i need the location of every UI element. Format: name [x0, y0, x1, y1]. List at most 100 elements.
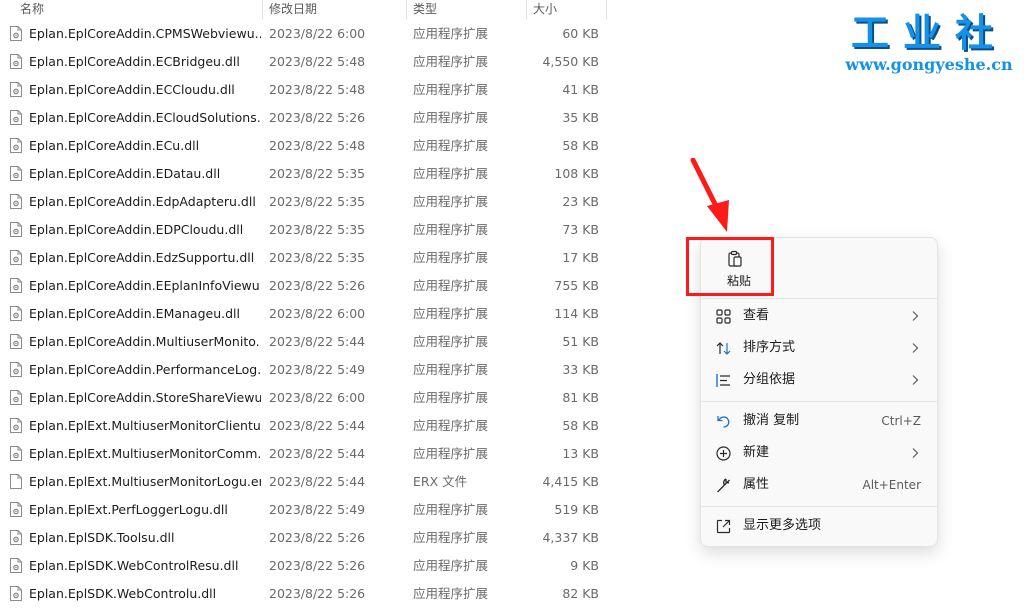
undo-icon [717, 416, 730, 428]
file-size: 58 KB [562, 138, 599, 153]
file-row[interactable]: Eplan.EplCoreAddin.ECloudSolutions.... 2… [0, 104, 610, 132]
file-size: 114 KB [554, 306, 599, 321]
file-date: 2023/8/22 6:00 [269, 306, 366, 321]
column-divider[interactable] [406, 0, 407, 20]
dll-file-icon [10, 26, 22, 41]
file-date: 2023/8/22 5:26 [269, 530, 366, 545]
dll-file-icon [10, 558, 22, 573]
file-type: 应用程序扩展 [413, 390, 489, 405]
column-header-date[interactable]: 修改日期 [269, 0, 317, 20]
file-date: 2023/8/22 5:26 [269, 278, 366, 293]
dll-file-icon [10, 502, 22, 517]
file-size: 82 KB [562, 586, 599, 601]
file-name: Eplan.EplSDK.WebControlu.dll [29, 586, 217, 601]
dll-file-icon [10, 166, 22, 181]
file-type: 应用程序扩展 [413, 334, 489, 349]
column-divider[interactable] [526, 0, 527, 20]
file-name: Eplan.EplExt.MultiuserMonitorComm.... [29, 446, 261, 461]
menu-item-group[interactable]: 分组依据 [705, 364, 933, 396]
file-date: 2023/8/22 5:48 [269, 138, 366, 153]
file-row[interactable]: Eplan.EplCoreAddin.StoreShareViewu.... 2… [0, 384, 610, 412]
file-row[interactable]: Eplan.EplCoreAddin.EdzSupportu.dll 2023/… [0, 244, 610, 272]
file-type: 应用程序扩展 [413, 222, 489, 237]
file-type: 应用程序扩展 [413, 166, 489, 181]
file-size: 51 KB [562, 334, 599, 349]
file-name: Eplan.EplCoreAddin.ECCloudu.dll [29, 82, 235, 97]
file-date: 2023/8/22 5:44 [269, 334, 366, 349]
dll-file-icon [10, 194, 22, 209]
file-row[interactable]: Eplan.EplSDK.WebControlu.dll 2023/8/22 5… [0, 580, 610, 608]
file-row[interactable]: Eplan.EplCoreAddin.EManageu.dll 2023/8/2… [0, 300, 610, 328]
column-header-type[interactable]: 类型 [413, 0, 437, 20]
file-row[interactable]: Eplan.EplCoreAddin.EDPCloudu.dll 2023/8/… [0, 216, 610, 244]
file-date: 2023/8/22 5:35 [269, 166, 366, 181]
file-name: Eplan.EplCoreAddin.ECBridgeu.dll [29, 54, 240, 69]
file-name: Eplan.EplCoreAddin.EDPCloudu.dll [29, 222, 244, 237]
dll-file-icon [10, 54, 22, 69]
file-name: Eplan.EplCoreAddin.ECu.dll [29, 138, 200, 153]
file-row[interactable]: Eplan.EplExt.PerfLoggerLogu.dll 2023/8/2… [0, 496, 610, 524]
file-type: 应用程序扩展 [413, 530, 489, 545]
file-row[interactable]: Eplan.EplCoreAddin.ECu.dll 2023/8/22 5:4… [0, 132, 610, 160]
dll-file-icon [10, 110, 22, 125]
file-name: Eplan.EplCoreAddin.EdzSupportu.dll [29, 250, 255, 265]
file-name: Eplan.EplCoreAddin.EDatau.dll [29, 166, 221, 181]
column-divider[interactable] [606, 0, 607, 20]
menu-item-new[interactable]: 新建 [705, 437, 933, 469]
file-size: 4,415 KB [542, 474, 599, 489]
dll-file-icon [10, 278, 22, 293]
file-row[interactable]: Eplan.EplSDK.WebControlResu.dll 2023/8/2… [0, 552, 610, 580]
menu-item-properties[interactable]: 属性 Alt+Enter [705, 469, 933, 501]
menu-item-more-options[interactable]: 显示更多选项 [705, 510, 933, 542]
menu-item-sort[interactable]: 排序方式 [705, 332, 933, 364]
file-name: Eplan.EplExt.MultiuserMonitorClientu.... [29, 418, 261, 433]
dll-file-icon [10, 362, 22, 377]
file-size: 41 KB [562, 82, 599, 97]
file-row[interactable]: Eplan.EplExt.MultiuserMonitorLogu.erx 20… [0, 468, 610, 496]
menu-item-undo[interactable]: 撤消 复制 Ctrl+Z [705, 405, 933, 437]
menu-label-group: 分组依据 [743, 372, 796, 387]
file-icon [10, 474, 22, 489]
column-header-size[interactable]: 大小 [533, 0, 557, 20]
open-external-icon [716, 519, 731, 534]
file-name: Eplan.EplCoreAddin.EManageu.dll [29, 306, 240, 321]
file-size: 23 KB [562, 194, 599, 209]
watermark-logo: 工业社 www.gongyeshe.cn [834, 10, 1024, 74]
file-row[interactable]: Eplan.EplExt.MultiuserMonitorComm.... 20… [0, 440, 610, 468]
file-date: 2023/8/22 5:44 [269, 474, 366, 489]
file-name: Eplan.EplCoreAddin.MultiuserMonito.... [29, 334, 261, 349]
file-row[interactable]: Eplan.EplCoreAddin.MultiuserMonito.... 2… [0, 328, 610, 356]
file-name: Eplan.EplCoreAddin.EEplanInfoViewu.... [29, 278, 261, 293]
file-size: 9 KB [570, 558, 599, 573]
column-header-name[interactable]: 名称 [20, 0, 44, 20]
dll-file-icon [10, 530, 22, 545]
file-type: 应用程序扩展 [413, 446, 489, 461]
file-size: 58 KB [562, 418, 599, 433]
file-type: 应用程序扩展 [413, 586, 489, 601]
file-row[interactable]: Eplan.EplCoreAddin.CPMSWebviewu.... 2023… [0, 20, 610, 48]
file-row[interactable]: Eplan.EplCoreAddin.PerformanceLog.... 20… [0, 356, 610, 384]
file-name: Eplan.EplCoreAddin.PerformanceLog.... [29, 362, 261, 377]
column-divider[interactable] [262, 0, 263, 20]
file-row[interactable]: Eplan.EplCoreAddin.ECCloudu.dll 2023/8/2… [0, 76, 610, 104]
dll-file-icon [10, 138, 22, 153]
file-type: 应用程序扩展 [413, 362, 489, 377]
file-type: 应用程序扩展 [413, 194, 489, 209]
file-row[interactable]: Eplan.EplSDK.Toolsu.dll 2023/8/22 5:26 应… [0, 524, 610, 552]
menu-item-view[interactable]: 查看 [705, 300, 933, 332]
file-size: 519 KB [554, 502, 599, 517]
file-size: 17 KB [562, 250, 599, 265]
file-row[interactable]: Eplan.EplCoreAddin.ECBridgeu.dll 2023/8/… [0, 48, 610, 76]
file-row[interactable]: Eplan.EplCoreAddin.EDatau.dll 2023/8/22 … [0, 160, 610, 188]
file-row[interactable]: Eplan.EplExt.MultiuserMonitorClientu....… [0, 412, 610, 440]
file-date: 2023/8/22 5:48 [269, 54, 366, 69]
column-header: 名称 修改日期 类型 大小 [0, 0, 607, 20]
file-name: Eplan.EplExt.PerfLoggerLogu.dll [29, 502, 228, 517]
file-size: 73 KB [562, 222, 599, 237]
chevron-right-icon [912, 375, 919, 385]
file-size: 4,337 KB [542, 530, 599, 545]
file-row[interactable]: Eplan.EplCoreAddin.EdpAdapteru.dll 2023/… [0, 188, 610, 216]
file-type: ERX 文件 [413, 474, 468, 489]
file-type: 应用程序扩展 [413, 502, 489, 517]
file-row[interactable]: Eplan.EplCoreAddin.EEplanInfoViewu.... 2… [0, 272, 610, 300]
